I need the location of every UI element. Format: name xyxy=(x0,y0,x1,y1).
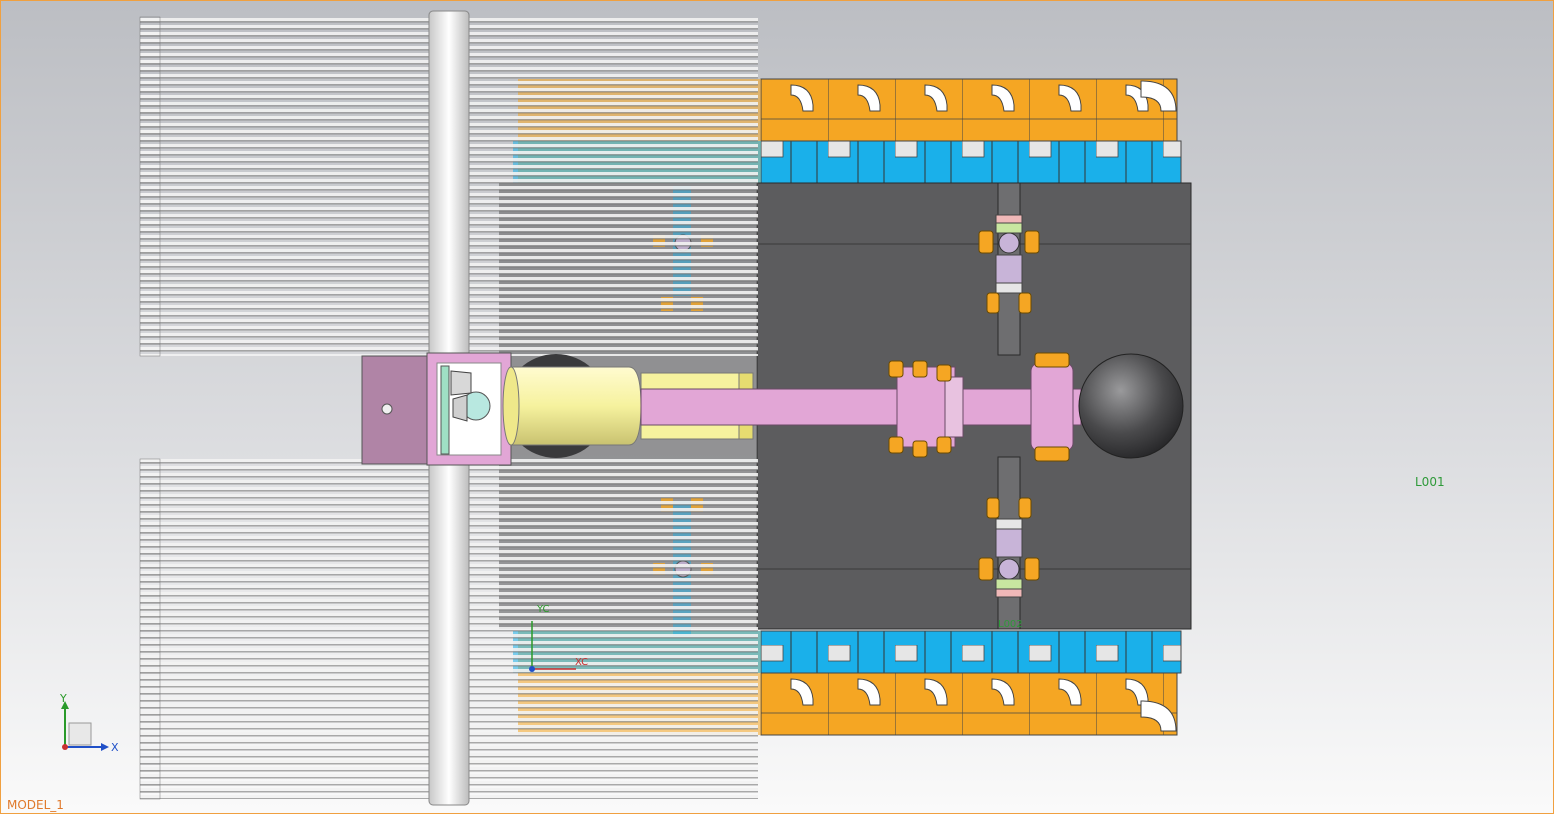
gray-sphere[interactable] xyxy=(1078,353,1184,459)
view-triad-y-label: Y xyxy=(60,692,67,705)
annotation-l001[interactable]: L001 xyxy=(1415,475,1445,489)
wcs-x-label: XC xyxy=(575,657,589,668)
wcs-y-label: YC xyxy=(537,604,550,615)
cad-viewport[interactable]: L001 L002 YC XC Y X MODEL_1 xyxy=(0,0,1554,814)
annotation-l002[interactable]: L002 xyxy=(998,619,1023,630)
gearbox-housing[interactable] xyxy=(361,352,512,466)
cad-model-scene[interactable] xyxy=(1,1,1554,814)
model-name-label: MODEL_1 xyxy=(7,798,64,812)
view-triad-icon xyxy=(61,701,109,751)
view-triad-x-label: X xyxy=(111,741,119,754)
